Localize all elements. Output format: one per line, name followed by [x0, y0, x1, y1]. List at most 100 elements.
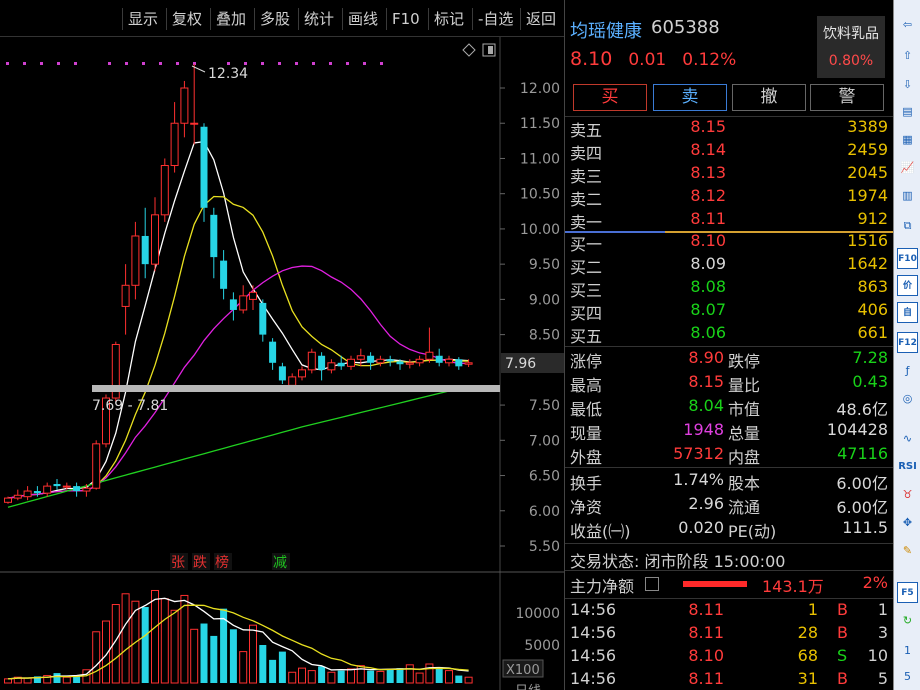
candle-body — [23, 490, 32, 498]
refresh-icon[interactable]: ↻ — [897, 610, 918, 631]
candle-body — [82, 487, 91, 492]
ask-row[interactable]: 卖五 8.15 3389 — [565, 117, 893, 140]
wave-icon[interactable]: ∿ — [897, 428, 918, 449]
volume-bar — [307, 670, 316, 684]
top-marker-dot — [380, 62, 383, 65]
bid-row[interactable]: 买五 8.06 661 — [565, 323, 893, 346]
stock-name[interactable]: 均瑶健康 — [570, 17, 642, 43]
main-flow-row[interactable]: 主力净额 143.1万 2% — [565, 573, 893, 597]
tick-price: 8.10 — [688, 646, 724, 665]
candle-body — [180, 87, 189, 124]
alert-button[interactable]: 警 — [810, 84, 884, 111]
level-price: 8.07 — [690, 300, 726, 319]
arrow-left-icon[interactable]: ⇦ — [897, 14, 918, 35]
stat-row: 最低 8.04 市值 48.6亿 — [565, 396, 893, 419]
pencil-icon[interactable]: ✎ — [897, 540, 918, 561]
top-marker-dot — [125, 62, 128, 65]
stat-value: 8.90 — [688, 348, 724, 367]
f10-icon[interactable]: F10 — [897, 248, 918, 269]
f12-icon[interactable]: F12 — [897, 332, 918, 353]
stat-value: 1.74% — [673, 470, 724, 489]
stat-row: 外盘 57312 内盘 47116 — [565, 444, 893, 467]
candle-body — [249, 291, 257, 300]
candle-body — [210, 214, 218, 258]
rsi-icon[interactable]: RSI — [897, 456, 918, 477]
top-marker-dot — [108, 62, 111, 65]
price-icon[interactable]: 价 — [897, 275, 918, 296]
tick-side: B — [837, 600, 848, 619]
toolbar-multi-stock-button[interactable]: 多股 — [254, 8, 295, 30]
level-volume: 406 — [857, 300, 888, 319]
self-select-icon[interactable]: 自 — [897, 302, 918, 323]
stat-row: 换手 1.74% 股本 6.00亿 — [565, 470, 893, 493]
level-price: 8.06 — [690, 323, 726, 342]
y-tick-label: 10.00 — [520, 222, 560, 238]
stat-value: 6.00亿 — [836, 498, 888, 517]
bid-row[interactable]: 买四 8.07 406 — [565, 300, 893, 323]
range-label: 7.69 - 7.81 — [92, 398, 168, 414]
level-volume: 661 — [857, 323, 888, 342]
arrow-down-icon[interactable]: ⇩ — [897, 74, 918, 95]
tick-volume: 28 — [797, 623, 818, 642]
sector-box[interactable]: 饮料乳品 0.80% — [817, 16, 885, 78]
table-icon[interactable]: ▦ — [897, 129, 918, 150]
stat-row: 涨停 8.90 跌停 7.28 — [565, 348, 893, 371]
line-chart-icon[interactable]: 📈 — [897, 157, 918, 178]
level-price: 8.09 — [690, 254, 726, 273]
ask-row[interactable]: 卖一 8.11 912 — [565, 209, 893, 232]
windows-icon[interactable]: ⧉ — [897, 215, 918, 236]
bid-row[interactable]: 买三 8.08 863 — [565, 277, 893, 300]
volume-bar — [435, 667, 443, 683]
formula-icon[interactable]: ƒ — [897, 360, 918, 381]
toolbar-adjust-button[interactable]: 复权 — [166, 8, 207, 30]
candlestick-chart[interactable]: 12.00 11.50 11.00 10.50 10.00 9.50 9.00 8.50 7.5… — [0, 37, 564, 690]
level-label: 买三 — [570, 281, 603, 300]
f5-icon[interactable]: F5 — [897, 582, 918, 603]
sell-button[interactable]: 卖 — [653, 84, 727, 111]
move-icon[interactable]: ✥ — [897, 512, 918, 533]
report-icon[interactable]: ▤ — [897, 101, 918, 122]
toolbar-watchlist-button[interactable]: -自选 — [472, 8, 518, 30]
stat-label: 现量 — [570, 424, 603, 443]
toolbar-mark-button[interactable]: 标记 — [428, 8, 469, 30]
candle-body — [327, 362, 336, 371]
page-one-label[interactable]: 1 — [897, 640, 918, 661]
volume-bar — [269, 659, 277, 683]
candle-body — [141, 235, 149, 265]
page-five-label[interactable]: 5 — [897, 666, 918, 687]
candle-body — [288, 376, 297, 386]
stat-value: 0.43 — [852, 372, 888, 391]
bull-icon[interactable]: ♉ — [897, 484, 918, 505]
toolbar-display-button[interactable]: 显示 — [122, 8, 163, 30]
level-price: 8.13 — [690, 163, 726, 182]
level-label: 买一 — [570, 235, 603, 254]
cancel-order-button[interactable]: 撤 — [732, 84, 806, 111]
list-icon[interactable] — [645, 577, 659, 591]
candle-icon[interactable]: ▥ — [897, 185, 918, 206]
current-price-tag: 7.96 — [505, 356, 536, 372]
ask-row[interactable]: 卖四 8.14 2459 — [565, 140, 893, 163]
toolbar-draw-button[interactable]: 画线 — [342, 8, 383, 30]
stat-label: 最低 — [570, 400, 603, 419]
candle-body — [464, 362, 473, 365]
toolbar-overlay-button[interactable]: 叠加 — [210, 8, 251, 30]
candle-body — [445, 358, 453, 364]
stat-label: 流通 — [728, 498, 761, 517]
tick-time: 14:56 — [570, 600, 617, 619]
ask-row[interactable]: 卖三 8.13 2045 — [565, 163, 893, 186]
volume-bar — [259, 645, 267, 683]
y-tick-label: 11.50 — [520, 116, 560, 132]
toolbar-back-button[interactable]: 返回 — [520, 8, 561, 30]
ask-row[interactable]: 卖二 8.12 1974 — [565, 186, 893, 209]
level-label: 卖二 — [570, 190, 603, 209]
buy-button[interactable]: 买 — [573, 84, 647, 111]
toolbar-stats-button[interactable]: 统计 — [298, 8, 339, 30]
top-marker-dot — [227, 62, 230, 65]
bid-row[interactable]: 买二 8.09 1642 — [565, 254, 893, 277]
toolbar-f10-button[interactable]: F10 — [386, 8, 425, 30]
arrow-up-icon[interactable]: ⇧ — [897, 45, 918, 66]
candle-body — [307, 351, 316, 371]
candle-body — [131, 235, 140, 286]
bid-row[interactable]: 买一 8.10 1516 — [565, 231, 893, 254]
circle-icon[interactable]: ◎ — [897, 388, 918, 409]
